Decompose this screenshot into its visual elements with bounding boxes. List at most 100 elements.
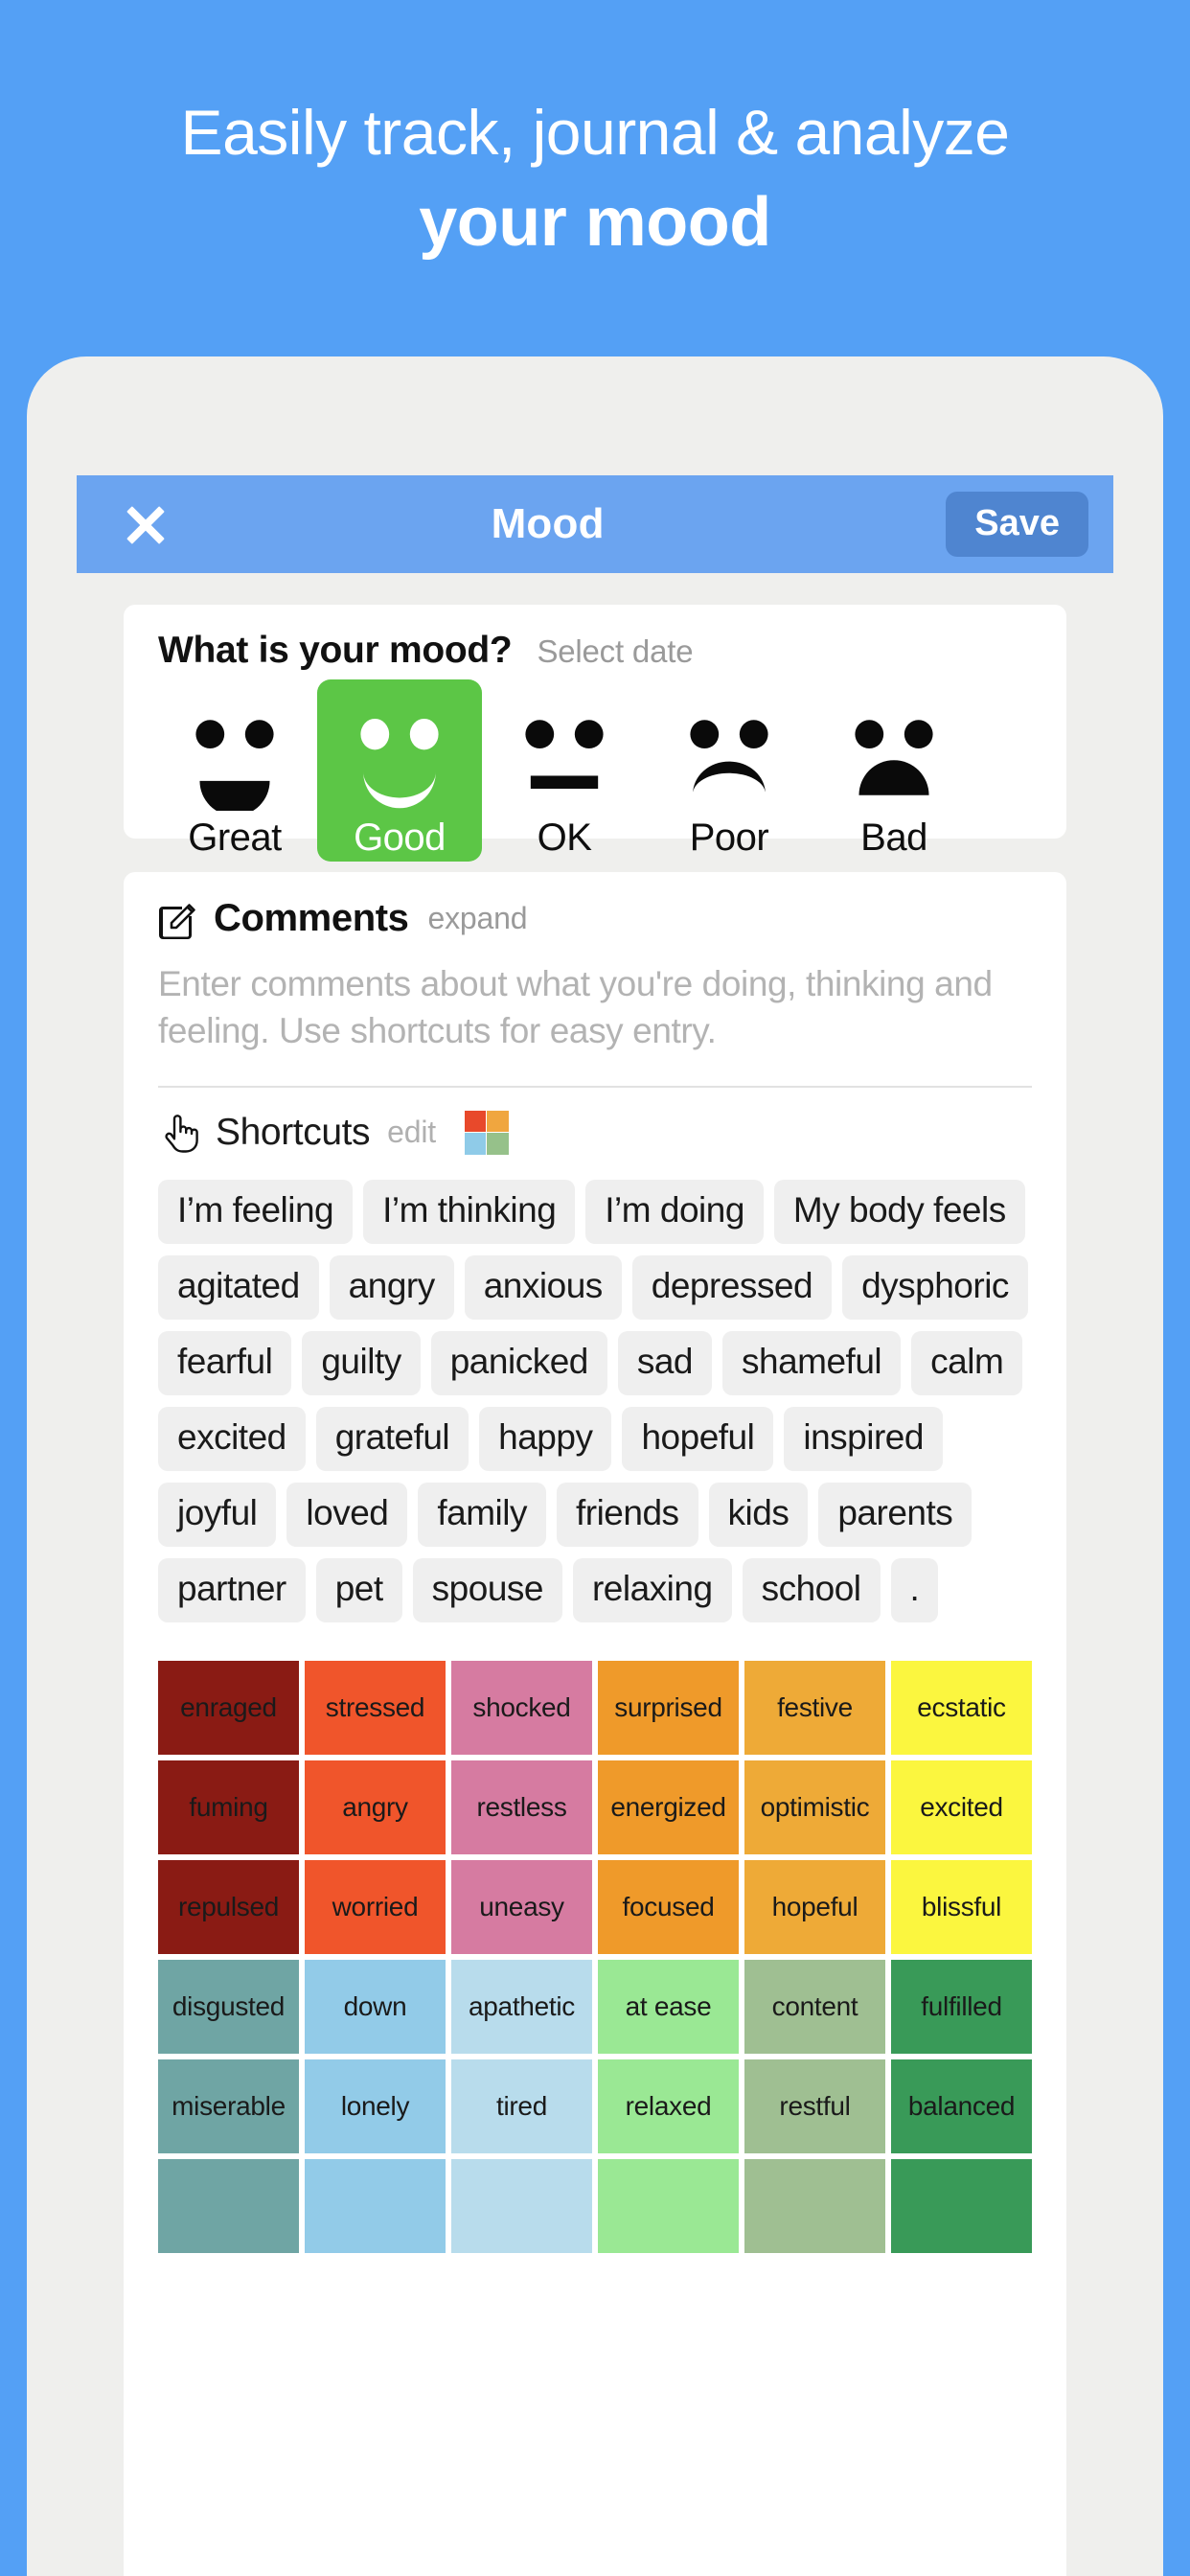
mood-question: What is your mood? xyxy=(158,630,513,671)
shortcut-chip[interactable]: joyful xyxy=(158,1483,277,1548)
shortcut-chip[interactable]: inspired xyxy=(784,1407,943,1472)
emotion-cell[interactable] xyxy=(598,2159,739,2254)
emotion-cell[interactable] xyxy=(305,2159,446,2254)
shortcut-chip[interactable]: sad xyxy=(617,1330,712,1396)
grid-icon-square-1 xyxy=(464,1110,487,1133)
shortcut-chip[interactable]: angry xyxy=(329,1254,454,1320)
shortcut-chip[interactable]: grateful xyxy=(315,1407,469,1472)
shortcut-chip[interactable]: My body feels xyxy=(773,1179,1025,1244)
shortcut-chip[interactable]: hopeful xyxy=(622,1407,774,1472)
promo-headline-line2: your mood xyxy=(419,184,771,262)
emotion-cell[interactable]: repulsed xyxy=(158,1860,299,1955)
emotion-cell[interactable]: lonely xyxy=(305,2059,446,2154)
shortcut-chip[interactable]: pet xyxy=(315,1558,402,1623)
shortcut-chip[interactable]: friends xyxy=(556,1483,698,1548)
emotion-cell[interactable]: miserable xyxy=(158,2059,299,2154)
shortcuts-edit-button[interactable]: edit xyxy=(387,1115,436,1150)
grid-icon-square-4 xyxy=(487,1133,509,1155)
shortcut-chip[interactable]: relaxing xyxy=(572,1558,732,1623)
mood-face-neutral-icon xyxy=(525,720,604,789)
shortcut-chip[interactable]: family xyxy=(418,1483,546,1548)
emotion-cell[interactable]: hopeful xyxy=(744,1860,885,1955)
emotion-cell[interactable]: disgusted xyxy=(158,1960,299,2055)
emotion-cell[interactable]: blissful xyxy=(891,1860,1032,1955)
shortcut-chip[interactable]: school xyxy=(742,1558,881,1623)
phone-mockup: Mood Save What is your mood? Select date… xyxy=(27,356,1163,2576)
emotion-cell[interactable] xyxy=(451,2159,592,2254)
emotion-cell[interactable]: fuming xyxy=(158,1760,299,1855)
shortcut-chip[interactable]: agitated xyxy=(158,1254,319,1320)
page-title: Mood xyxy=(491,500,605,547)
emotion-cell[interactable]: surprised xyxy=(598,1661,739,1756)
mood-option-label: Great xyxy=(188,816,282,859)
emotion-cell[interactable]: balanced xyxy=(891,2059,1032,2154)
phone-screen: Mood Save What is your mood? Select date… xyxy=(77,356,1113,2576)
mood-option-label: Poor xyxy=(689,816,769,859)
shortcuts-header: Shortcuts edit xyxy=(158,1110,1032,1155)
emotion-cell[interactable]: down xyxy=(305,1960,446,2055)
shortcut-chip[interactable]: guilty xyxy=(302,1330,421,1396)
shortcut-chip[interactable]: dysphoric xyxy=(842,1254,1028,1320)
pencil-square-icon xyxy=(158,898,200,940)
emotion-cell[interactable]: tired xyxy=(451,2059,592,2154)
mood-options-row: Great Good OK Poor Bad xyxy=(152,679,1032,862)
emotion-cell[interactable] xyxy=(158,2159,299,2254)
shortcut-chip[interactable]: I’m doing xyxy=(585,1179,764,1244)
emotion-cell[interactable]: relaxed xyxy=(598,2059,739,2154)
shortcut-chip[interactable]: loved xyxy=(286,1483,408,1548)
shortcut-chip[interactable]: happy xyxy=(479,1407,612,1472)
mood-option-poor[interactable]: Poor xyxy=(647,679,812,862)
shortcut-chip[interactable]: I’m feeling xyxy=(158,1179,354,1244)
shortcut-chip[interactable]: I’m thinking xyxy=(363,1179,576,1244)
emotion-cell[interactable]: shocked xyxy=(451,1661,592,1756)
emotion-cell[interactable]: at ease xyxy=(598,1960,739,2055)
emotion-cell[interactable]: fulfilled xyxy=(891,1960,1032,2055)
emotion-cell[interactable]: uneasy xyxy=(451,1860,592,1955)
mood-option-good[interactable]: Good xyxy=(317,679,482,862)
emotion-cell[interactable]: apathetic xyxy=(451,1960,592,2055)
select-date-button[interactable]: Select date xyxy=(537,633,693,670)
emotion-cell[interactable]: worried xyxy=(305,1860,446,1955)
close-icon[interactable] xyxy=(119,497,172,551)
comments-input[interactable]: Enter comments about what you're doing, … xyxy=(158,961,1001,1055)
shortcut-chip[interactable]: anxious xyxy=(464,1254,622,1320)
emotion-cell[interactable]: focused xyxy=(598,1860,739,1955)
shortcut-chip[interactable]: shameful xyxy=(722,1330,902,1396)
mood-card-header: What is your mood? Select date xyxy=(158,630,1032,672)
emotion-cell[interactable] xyxy=(744,2159,885,2254)
shortcut-chip[interactable]: parents xyxy=(818,1483,973,1548)
shortcut-chip[interactable]: depressed xyxy=(631,1254,833,1320)
emotion-cell[interactable]: festive xyxy=(744,1661,885,1756)
emotion-cell[interactable]: excited xyxy=(891,1760,1032,1855)
emotion-cell[interactable]: content xyxy=(744,1960,885,2055)
comments-expand-button[interactable]: expand xyxy=(428,901,528,936)
shortcut-chip[interactable]: kids xyxy=(708,1483,809,1548)
emotion-cell[interactable]: energized xyxy=(598,1760,739,1855)
mood-option-label: Good xyxy=(354,816,446,859)
save-button[interactable]: Save xyxy=(946,492,1088,557)
four-color-grid-icon[interactable] xyxy=(464,1110,509,1155)
shortcut-chip[interactable]: panicked xyxy=(430,1330,607,1396)
shortcut-chip[interactable]: partner xyxy=(158,1558,306,1623)
shortcut-chip[interactable]: spouse xyxy=(412,1558,562,1623)
emotion-cell[interactable]: stressed xyxy=(305,1661,446,1756)
comments-title: Comments xyxy=(214,897,409,939)
emotion-cell[interactable] xyxy=(891,2159,1032,2254)
shortcut-chip[interactable]: fearful xyxy=(158,1330,292,1396)
emotion-cell[interactable]: restful xyxy=(744,2059,885,2154)
mood-option-great[interactable]: Great xyxy=(152,679,317,862)
mood-option-bad[interactable]: Bad xyxy=(812,679,976,862)
emotion-cell[interactable]: optimistic xyxy=(744,1760,885,1855)
section-divider xyxy=(158,1085,1032,1088)
emotion-cell[interactable]: restless xyxy=(451,1760,592,1855)
mood-option-label: OK xyxy=(537,816,592,859)
shortcut-chip[interactable]: . xyxy=(890,1558,939,1623)
emotion-cell[interactable]: angry xyxy=(305,1760,446,1855)
emotion-cell[interactable]: enraged xyxy=(158,1661,299,1756)
mood-option-ok[interactable]: OK xyxy=(482,679,647,862)
mood-face-smile-icon xyxy=(360,718,439,809)
shortcut-chips: I’m feeling I’m thinking I’m doing My body … xyxy=(158,1179,1032,1623)
shortcut-chip[interactable]: calm xyxy=(911,1330,1023,1396)
shortcut-chip[interactable]: excited xyxy=(158,1407,306,1472)
emotion-cell[interactable]: ecstatic xyxy=(891,1661,1032,1756)
